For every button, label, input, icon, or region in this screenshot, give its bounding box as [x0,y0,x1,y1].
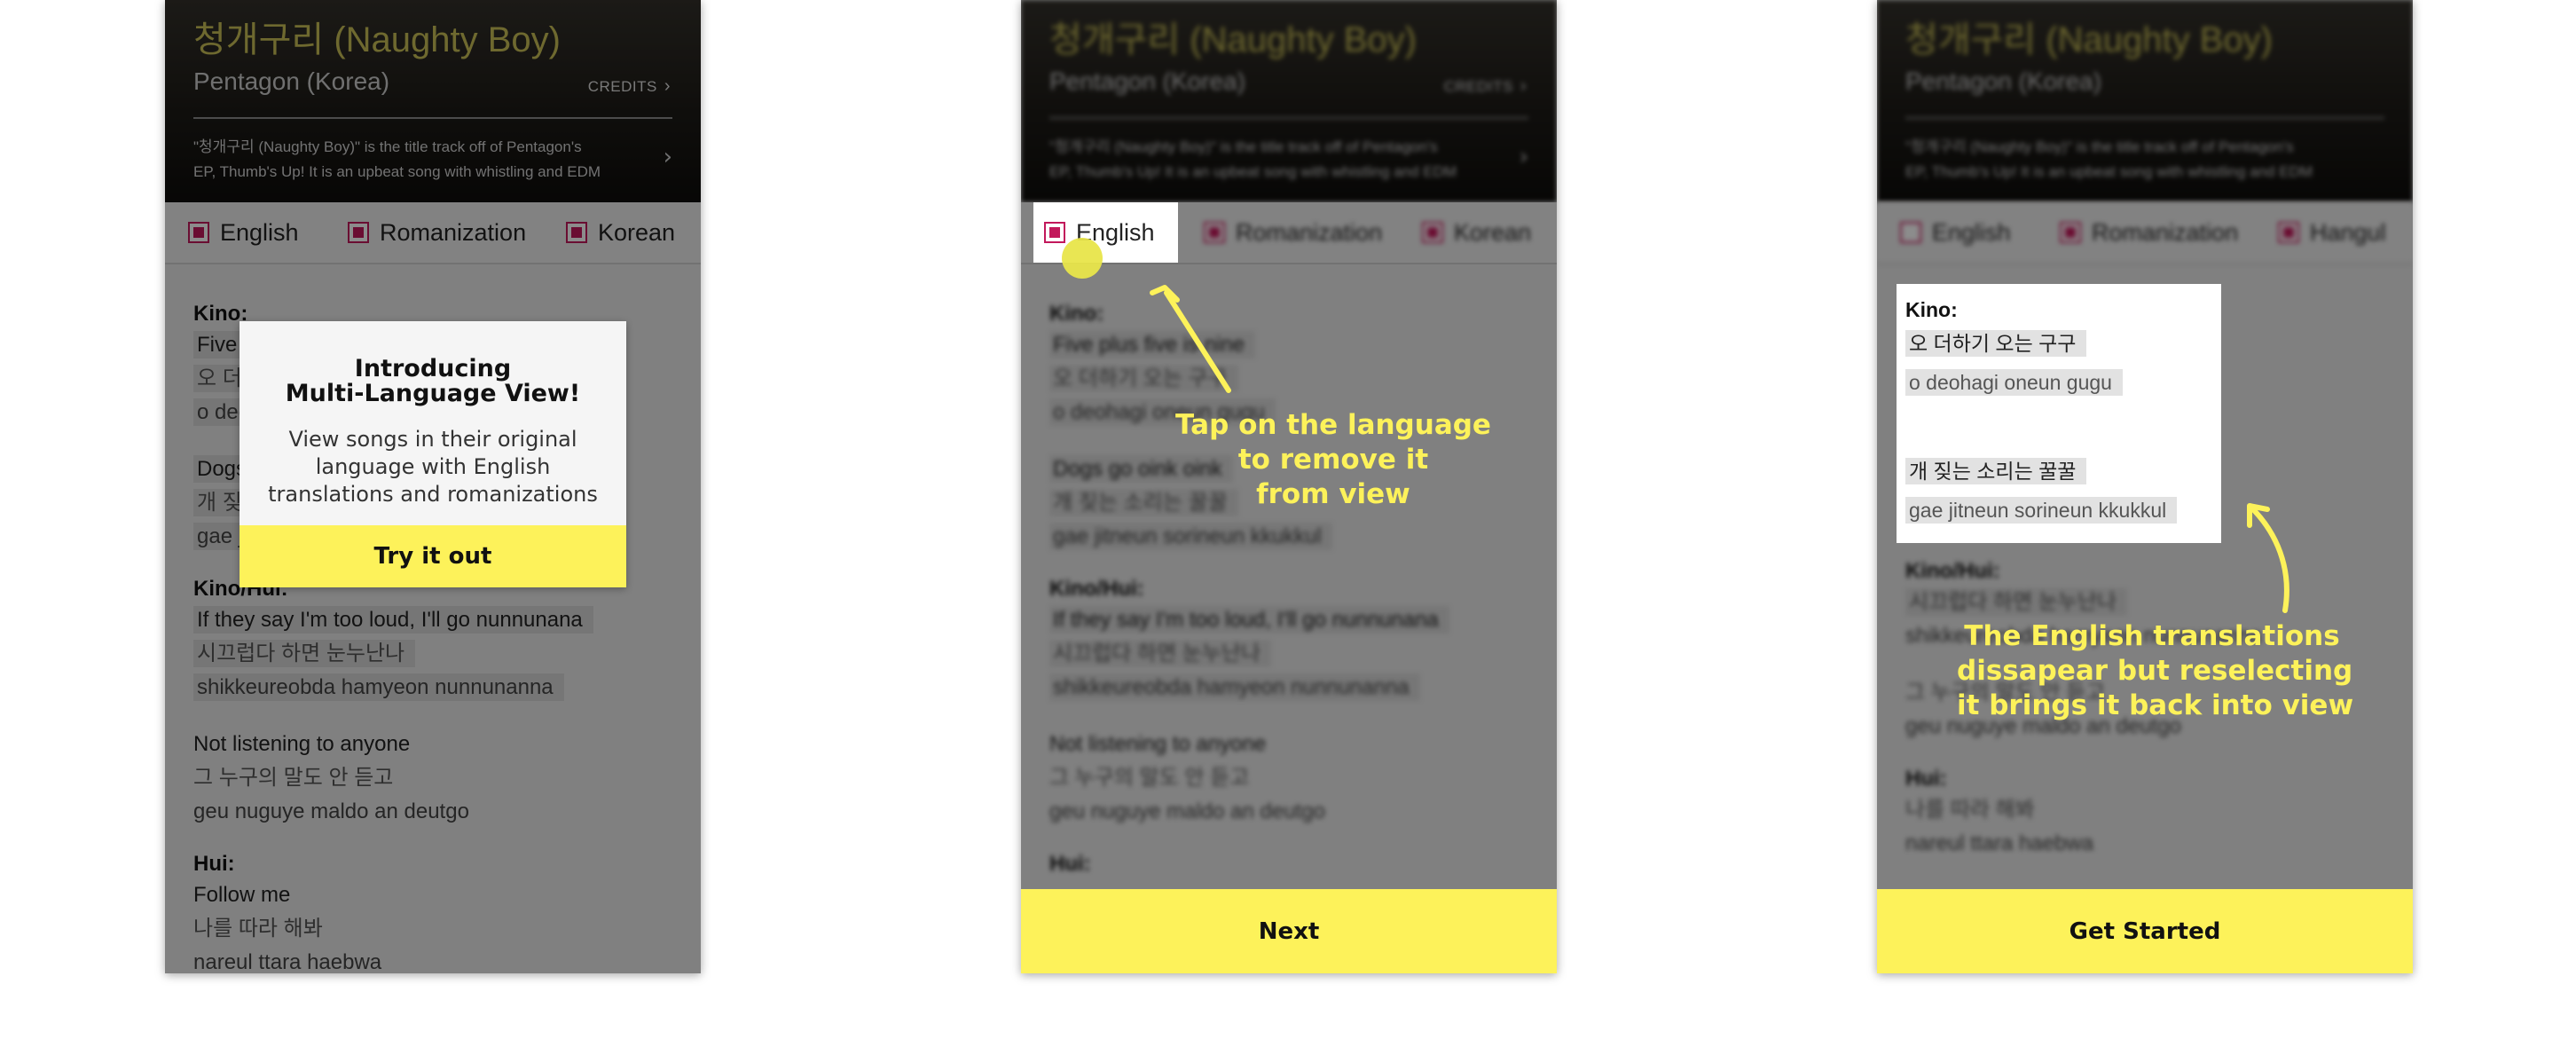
modal-body: View songs in their original language wi… [268,427,598,507]
result-annotation: The English translations dissapear but r… [1957,620,2354,721]
modal-title: Introducing Multi-Language View! [285,355,581,407]
onboarding-screen-result: 청개구리 (Naughty Boy) Pentagon (Korea) "청개구… [1877,0,2413,973]
tap-annotation: Tap on the language to remove it from vi… [1175,409,1491,510]
onboarding-screen-intro: 청개구리 (Naughty Boy) Pentagon (Korea) CRED… [165,0,701,973]
onboarding-screen-tap: 청개구리 (Naughty Boy) Pentagon (Korea) CRED… [1021,0,1557,973]
get-started-button[interactable]: Get Started [1877,889,2413,973]
try-it-out-button[interactable]: Try it out [240,525,626,587]
arrow-icon [2247,503,2289,613]
next-button[interactable]: Next [1021,889,1557,973]
intro-modal: Introducing Multi-Language View! View so… [240,321,626,587]
